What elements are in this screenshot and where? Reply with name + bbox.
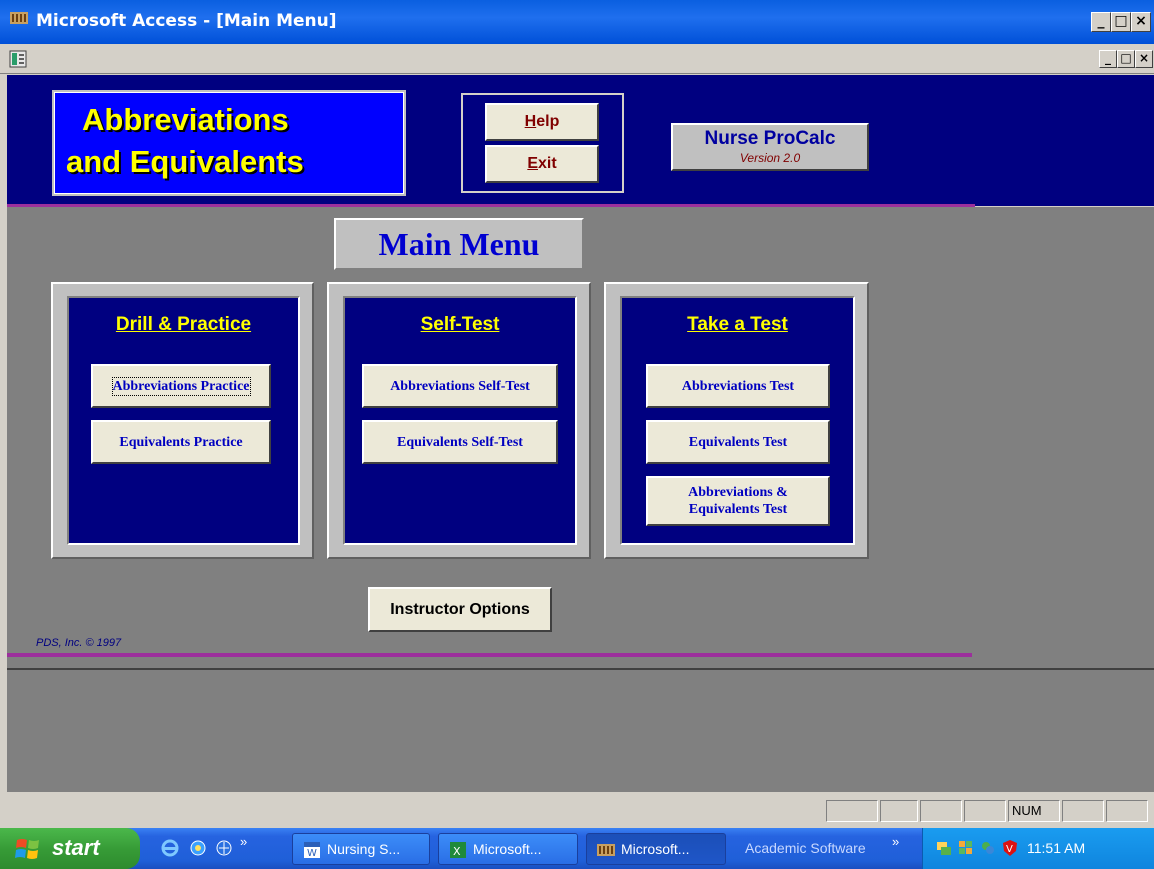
network-tray-icon[interactable] <box>935 839 953 857</box>
svg-text:W: W <box>307 848 317 859</box>
security-tray-icon[interactable] <box>957 839 975 857</box>
antivirus-tray-icon[interactable]: V <box>1001 839 1019 857</box>
restore-button[interactable]: □ <box>1111 12 1131 32</box>
browser-shortcut-icon[interactable] <box>214 838 234 858</box>
help-label: elp <box>536 113 560 130</box>
abbreviations-practice-label: Abbreviations Practice <box>111 376 251 396</box>
status-cell-7 <box>1106 800 1148 822</box>
app-title-line1: Abbreviations <box>82 102 289 137</box>
help-exit-frame: Help Exit <box>461 93 624 193</box>
abbreviations-self-test-button[interactable]: Abbreviations Self-Test <box>362 364 558 408</box>
word-icon: W <box>304 842 320 859</box>
taskbar-button-nursing[interactable]: W Nursing S... <box>292 833 430 865</box>
excel-icon: X <box>450 842 466 858</box>
take-a-test-inner: Take a Test Abbreviations Test Equivalen… <box>620 296 855 545</box>
status-cell-2 <box>880 800 918 822</box>
drill-practice-title: Drill & Practice <box>115 314 252 335</box>
instructor-options-label: Instructor Options <box>390 600 530 618</box>
taskbar-clock[interactable]: 11:51 AM <box>1027 840 1085 856</box>
status-bar: NUM <box>0 792 1154 828</box>
messenger-tray-icon[interactable] <box>979 839 997 857</box>
equivalents-practice-button[interactable]: Equivalents Practice <box>91 420 271 464</box>
abbreviations-equivalents-test-label-line2: Equivalents Test <box>688 502 788 517</box>
instructor-options-button[interactable]: Instructor Options <box>368 587 552 632</box>
take-a-test-title: Take a Test <box>687 314 788 335</box>
main-menu-heading: Main Menu <box>378 226 540 262</box>
start-button[interactable]: start <box>0 828 140 869</box>
app-title-box: Abbreviations and Equivalents <box>52 90 406 196</box>
windows-logo-icon <box>15 839 39 859</box>
taskbar: start » W Nursing S... X Microsoft... Mi… <box>0 828 1154 869</box>
num-lock-indicator: NUM <box>1008 800 1060 822</box>
exit-accel: E <box>527 155 538 172</box>
status-cell-6 <box>1062 800 1104 822</box>
quicklaunch-more-chevron-icon[interactable]: » <box>240 834 247 849</box>
self-test-panel: Self-Test Abbreviations Self-Test Equiva… <box>327 282 591 559</box>
svg-text:V: V <box>1006 844 1013 855</box>
product-badge: Nurse ProCalc Version 2.0 <box>671 123 869 171</box>
mdi-close-button[interactable]: × <box>1135 50 1153 68</box>
equivalents-test-button[interactable]: Equivalents Test <box>646 420 830 464</box>
footer-divider <box>7 653 972 657</box>
self-test-inner: Self-Test Abbreviations Self-Test Equiva… <box>343 296 577 545</box>
internet-explorer-icon[interactable] <box>160 838 180 858</box>
close-button[interactable]: × <box>1131 12 1151 32</box>
taskbar-label-nursing: Nursing S... <box>327 841 401 857</box>
minimize-button[interactable]: _ <box>1091 12 1111 32</box>
equivalents-self-test-label: Equivalents Self-Test <box>397 434 523 450</box>
equivalents-practice-label: Equivalents Practice <box>119 434 243 450</box>
svg-text:X: X <box>453 845 461 858</box>
access-icon <box>597 844 615 856</box>
taskbar-button-access[interactable]: Microsoft... <box>586 833 726 865</box>
exit-button[interactable]: Exit <box>485 145 599 183</box>
form-icon[interactable] <box>9 50 27 68</box>
equivalents-test-label: Equivalents Test <box>688 434 788 450</box>
abbreviations-test-button[interactable]: Abbreviations Test <box>646 364 830 408</box>
product-version: Version 2.0 <box>739 151 801 165</box>
status-cell-3 <box>920 800 962 822</box>
system-tray: V 11:51 AM <box>922 828 1154 869</box>
abbreviations-practice-button[interactable]: Abbreviations Practice <box>91 364 271 408</box>
mdi-restore-button[interactable]: □ <box>1117 50 1135 68</box>
empty-workspace <box>7 670 1154 792</box>
outlook-express-icon[interactable] <box>188 838 208 858</box>
app-title-line2: and Equivalents <box>66 144 304 179</box>
abbreviations-equivalents-test-label-line1: Abbreviations & <box>688 485 788 500</box>
copyright-text: PDS, Inc. © 1997 <box>36 637 122 649</box>
mdi-minimize-button[interactable]: _ <box>1099 50 1117 68</box>
window-title: Microsoft Access - [Main Menu] <box>36 11 337 31</box>
abbreviations-self-test-label: Abbreviations Self-Test <box>390 378 530 394</box>
product-name: Nurse ProCalc <box>704 128 836 149</box>
help-accel: H <box>524 113 537 130</box>
taskbar-label-excel: Microsoft... <box>473 841 542 857</box>
self-test-title: Self-Test <box>420 314 500 335</box>
drill-practice-panel: Drill & Practice Abbreviations Practice … <box>51 282 314 559</box>
access-app-icon[interactable] <box>10 10 28 26</box>
academic-software-toolbar[interactable]: Academic Software <box>745 840 866 856</box>
abbreviations-test-label: Abbreviations Test <box>681 378 795 394</box>
main-menu-heading-box: Main Menu <box>334 218 584 270</box>
start-label: start <box>52 835 100 860</box>
exit-label: xit <box>538 155 557 172</box>
abbreviations-equivalents-test-button[interactable]: Abbreviations & Equivalents Test <box>646 476 830 526</box>
toolbar-more-chevron-icon[interactable]: » <box>892 834 899 849</box>
title-bar: Microsoft Access - [Main Menu] _ □ × <box>0 0 1154 44</box>
drill-practice-inner: Drill & Practice Abbreviations Practice … <box>67 296 300 545</box>
take-a-test-panel: Take a Test Abbreviations Test Equivalen… <box>604 282 869 559</box>
help-button[interactable]: Help <box>485 103 599 141</box>
status-cell-4 <box>964 800 1006 822</box>
taskbar-button-excel[interactable]: X Microsoft... <box>438 833 578 865</box>
taskbar-label-access: Microsoft... <box>621 841 690 857</box>
status-cell-1 <box>826 800 878 822</box>
equivalents-self-test-button[interactable]: Equivalents Self-Test <box>362 420 558 464</box>
mdi-control-bar: _ □ × <box>0 44 1154 74</box>
